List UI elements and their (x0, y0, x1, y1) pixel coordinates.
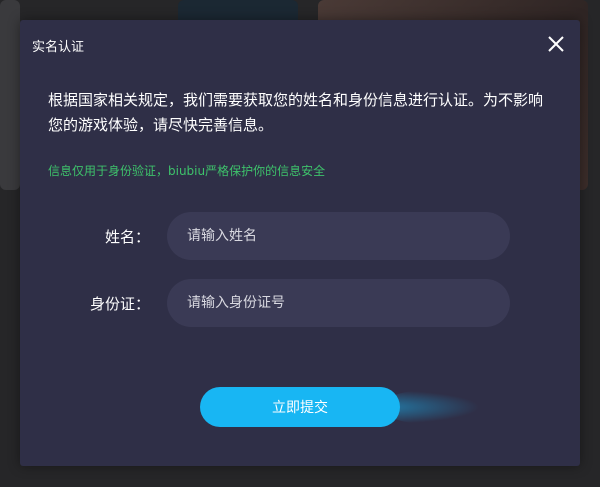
verification-notice: 根据国家相关规定，我们需要获取您的姓名和身份信息进行认证。为不影响您的游戏体验，… (48, 91, 544, 134)
name-input[interactable] (167, 212, 510, 260)
background-card (0, 0, 20, 190)
dialog-title: 实名认证 (32, 40, 85, 55)
close-button[interactable] (546, 34, 566, 54)
close-icon (548, 36, 564, 52)
privacy-note: 信息仅用于身份验证，biubiu严格保护你的信息安全 (48, 164, 326, 178)
name-label: 姓名： (104, 228, 150, 246)
id-number-input[interactable] (167, 279, 510, 327)
submit-button[interactable]: 立即提交 (200, 387, 400, 427)
id-number-label: 身份证： (89, 295, 150, 313)
real-name-verification-dialog: 实名认证 根据国家相关规定，我们需要获取您的姓名和身份信息进行认证。为不影响您的… (20, 20, 580, 466)
